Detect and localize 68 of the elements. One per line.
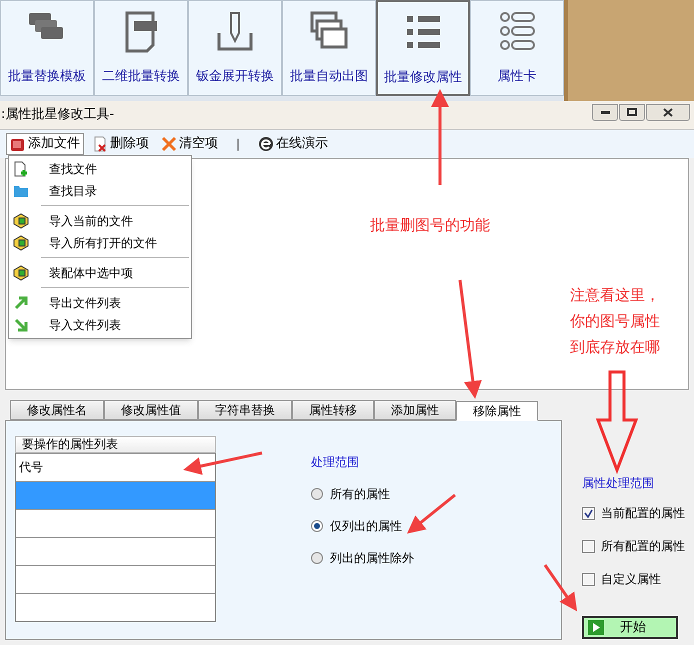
- checkbox-option[interactable]: 所有配置的属性: [582, 537, 694, 555]
- radio-button[interactable]: [311, 488, 323, 500]
- list-icon: [497, 11, 537, 53]
- menu-item[interactable]: 导出文件列表: [9, 292, 191, 314]
- radio-button[interactable]: [311, 520, 323, 532]
- tab[interactable]: 移除属性: [456, 401, 538, 421]
- ribbon-button[interactable]: 批量替换模板: [0, 0, 94, 96]
- minimize-button[interactable]: [592, 104, 618, 120]
- checkbox[interactable]: [582, 506, 595, 520]
- maximize-button[interactable]: [619, 104, 645, 120]
- close-icon: [663, 108, 673, 116]
- arrow-down-right-icon: [13, 317, 29, 333]
- checkbox[interactable]: [582, 540, 595, 552]
- radio-option[interactable]: 仅列出的属性: [311, 517, 414, 535]
- menu-item[interactable]: 导入当前的文件: [9, 210, 191, 232]
- tab[interactable]: 字符串替换: [198, 400, 292, 420]
- window-title: :属性批星修改工具-: [0, 106, 114, 124]
- ribbon-button[interactable]: 钣金展开转换: [188, 0, 282, 96]
- list-row[interactable]: [16, 537, 215, 565]
- ribbon-button[interactable]: 属性卡: [470, 0, 564, 96]
- menu-item[interactable]: 装配体中选中项: [9, 262, 191, 284]
- list-row[interactable]: [16, 509, 215, 537]
- tab[interactable]: 添加属性: [374, 400, 456, 420]
- toolbar-button[interactable]: 清空项: [157, 133, 222, 155]
- list-row[interactable]: 代号: [16, 453, 215, 481]
- annotation-text: 到底存放在哪: [570, 337, 660, 358]
- tab[interactable]: 修改属性名: [10, 400, 104, 420]
- arrow-up-right-icon: [13, 295, 29, 311]
- tab[interactable]: 修改属性值: [104, 400, 198, 420]
- group-title: 处理范围: [311, 454, 360, 471]
- maximize-icon: [627, 108, 637, 116]
- minimize-icon: [600, 110, 610, 114]
- menu-item[interactable]: 导入文件列表: [9, 314, 191, 336]
- ribbon-button[interactable]: 二维批量转换: [94, 0, 188, 96]
- sheet-metal-icon: [215, 11, 255, 53]
- annotation-arrow: [407, 494, 456, 534]
- ribbon-button[interactable]: 批量修改属性: [376, 0, 470, 96]
- clear-icon: [161, 136, 177, 152]
- group-title: 属性处理范围: [582, 475, 655, 492]
- menu-item[interactable]: 导入所有打开的文件: [9, 232, 191, 254]
- annotation-text: 你的图号属性: [570, 311, 660, 332]
- toolbar-button[interactable]: 在线演示: [254, 133, 332, 155]
- column-header: 要操作的属性列表: [15, 436, 216, 453]
- toolbar-button[interactable]: 删除项: [88, 133, 153, 155]
- ribbon-button[interactable]: 批量自动出图: [282, 0, 376, 96]
- annotation-text: 注意看这里，: [570, 285, 660, 306]
- play-icon: [588, 620, 604, 635]
- start-button[interactable]: 开始: [582, 616, 678, 639]
- list-row[interactable]: [16, 593, 215, 621]
- menu-item[interactable]: 查找目录: [9, 180, 191, 202]
- radio-option[interactable]: 所有的属性: [311, 485, 414, 503]
- toolbar-button[interactable]: 添加文件: [6, 133, 84, 155]
- checkbox[interactable]: [582, 572, 595, 586]
- annotation-text: 批量删图号的功能: [370, 215, 490, 236]
- list-row[interactable]: [16, 565, 215, 593]
- checkbox-option[interactable]: 自定义属性: [582, 570, 694, 588]
- checkbox-option[interactable]: 当前配置的属性: [582, 504, 694, 522]
- tab[interactable]: 属性转移: [292, 400, 374, 420]
- menu-item[interactable]: 查找文件: [9, 158, 191, 180]
- new-file-icon: [13, 161, 29, 177]
- close-button[interactable]: [646, 104, 690, 120]
- annotation-arrow: [544, 564, 578, 612]
- separator-mark: |: [235, 136, 242, 153]
- globe-e-icon: [258, 136, 274, 152]
- radio-button[interactable]: [311, 552, 323, 564]
- radio-option[interactable]: 列出的属性除外: [311, 549, 414, 567]
- folder-icon: [13, 183, 29, 199]
- delete-file-icon: [92, 136, 108, 152]
